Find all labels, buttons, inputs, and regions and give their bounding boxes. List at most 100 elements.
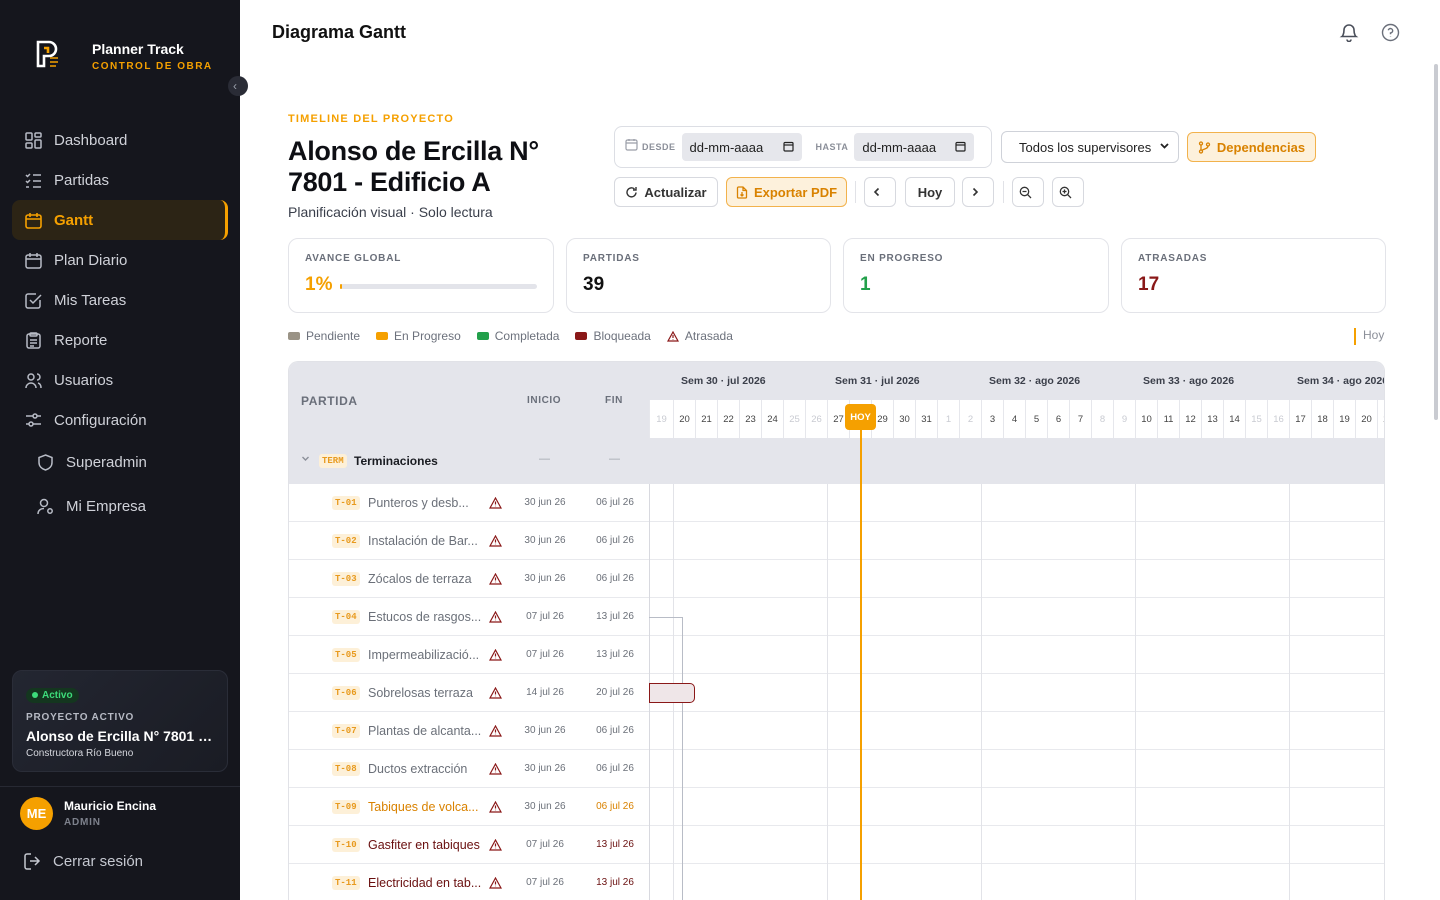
task-code: T-06 [332, 686, 360, 700]
progress-fill [340, 284, 342, 289]
day-label: 25 [783, 400, 805, 438]
status-badge: Activo [26, 687, 79, 703]
legend-item-late: Atrasada [666, 329, 733, 343]
week-label: Sem 33 · ago 2026 [1143, 375, 1235, 387]
day-label: 19 [1333, 400, 1355, 438]
list-icon [24, 171, 42, 189]
dependencies-button[interactable]: Dependencias [1187, 132, 1316, 162]
task-code: T-03 [332, 572, 360, 586]
task-end: 20 jul 26 [596, 687, 634, 698]
today-marker: HOY [845, 404, 876, 430]
to-label: HASTA [815, 142, 849, 152]
clipboard-icon [24, 331, 42, 349]
export-pdf-button[interactable]: Exportar PDF [726, 177, 847, 207]
zoom-in-icon [1059, 186, 1078, 199]
task-name: Electricidad en tab... [368, 876, 482, 890]
chevron-right-icon [970, 187, 986, 197]
timeline-area [649, 484, 1384, 900]
warning-icon [488, 610, 503, 623]
sidebar-item-label: Reporte [54, 331, 108, 349]
branch-icon [1198, 140, 1217, 154]
project-title: Alonso de Ercilla N° 7801 - Edificio A [288, 136, 539, 197]
task-end: 06 jul 26 [596, 763, 634, 774]
task-name: Sobrelosas terraza [368, 686, 473, 700]
warning-icon [488, 762, 503, 775]
brand[interactable]: Planner Track CONTROL DE OBRA [36, 40, 211, 72]
task-end: 13 jul 26 [596, 649, 634, 660]
day-label: 9 [1113, 400, 1135, 438]
sidebar-item-label: Plan Diario [54, 251, 128, 269]
legend-item-completed: Completada [476, 329, 559, 343]
task-bar-t06[interactable] [649, 683, 695, 703]
stat-label: EN PROGRESO [860, 253, 944, 264]
next-button[interactable] [962, 177, 994, 207]
sidebar-item-mis-tareas[interactable]: Mis Tareas [12, 280, 228, 320]
active-project-card[interactable]: Activo PROYECTO ACTIVO Alonso de Ercilla… [12, 670, 228, 772]
day-label: 30 [893, 400, 915, 438]
day-label: 20 [673, 400, 695, 438]
top-bar: Diagrama Gantt [240, 0, 1440, 64]
sidebar-item-superadmin[interactable]: Superadmin [12, 440, 228, 484]
calendar-icon[interactable] [782, 140, 794, 155]
day-label: 14 [1223, 400, 1245, 438]
chevron-down-icon[interactable] [301, 454, 310, 466]
brand-name: Planner Track [92, 41, 184, 57]
refresh-button[interactable]: Actualizar [614, 177, 718, 207]
group-row[interactable]: TERM Terminaciones — — [289, 438, 1384, 484]
user-role: ADMIN [64, 817, 101, 828]
calendar-icon[interactable] [955, 140, 966, 155]
today-button[interactable]: Hoy [905, 177, 955, 207]
task-end: 06 jul 26 [596, 573, 634, 584]
sidebar-item-configuracion[interactable]: Configuración [12, 400, 228, 440]
supervisor-select[interactable]: Todos los supervisores [1001, 131, 1179, 163]
day-label: 3 [981, 400, 1003, 438]
sidebar-item-reporte[interactable]: Reporte [12, 320, 228, 360]
bell-icon[interactable] [1339, 22, 1359, 43]
task-end: 13 jul 26 [596, 611, 634, 622]
from-date-input[interactable]: dd-mm-aaaa [681, 133, 802, 161]
zoom-out-button[interactable] [1012, 177, 1044, 207]
week-label: Sem 31 · jul 2026 [835, 375, 920, 387]
day-label: 22 [717, 400, 739, 438]
to-date-input[interactable]: dd-mm-aaaa [854, 133, 975, 161]
zoom-in-button[interactable] [1052, 177, 1084, 207]
prev-button[interactable] [864, 177, 896, 207]
date-range-filter: DESDE dd-mm-aaaa HASTA dd-mm-aaaa [614, 126, 992, 168]
task-code: T-08 [332, 762, 360, 776]
task-name: Gasfiter en tabiques [368, 838, 480, 852]
zoom-out-icon [1019, 186, 1038, 199]
task-start: 30 jun 26 [524, 725, 566, 736]
day-label: 1 [937, 400, 959, 438]
day-label: 19 [649, 400, 673, 438]
task-start: 30 jun 26 [524, 801, 566, 812]
stat-value: 17 [1138, 274, 1160, 295]
help-icon[interactable] [1381, 23, 1401, 43]
day-label: 2 [959, 400, 981, 438]
scrollbar[interactable] [1434, 64, 1438, 420]
task-name: Plantas de alcanta... [368, 724, 482, 738]
sidebar-item-dashboard[interactable]: Dashboard [12, 120, 228, 160]
day-label: 7 [1069, 400, 1091, 438]
sidebar-item-partidas[interactable]: Partidas [12, 160, 228, 200]
legend-item-in-progress: En Progreso [376, 329, 461, 343]
legend: Pendiente En Progreso Completada Bloquea… [288, 329, 749, 343]
task-start: 30 jun 26 [524, 497, 566, 508]
sidebar-item-usuarios[interactable]: Usuarios [12, 360, 228, 400]
group-start: — [539, 453, 550, 465]
stat-card-in-progress: EN PROGRESO 1 [843, 238, 1109, 313]
sidebar-item-gantt[interactable]: Gantt [12, 200, 228, 240]
day-label: 5 [1025, 400, 1047, 438]
task-name: Zócalos de terraza [368, 572, 472, 586]
user-profile[interactable]: ME Mauricio Encina ADMIN [0, 786, 240, 840]
sidebar-item-plan-diario[interactable]: Plan Diario [12, 240, 228, 280]
user-cog-icon [36, 497, 54, 515]
legend-item-blocked: Bloqueada [575, 329, 651, 343]
user-name: Mauricio Encina [64, 799, 157, 813]
planner-track-logo [36, 40, 58, 68]
task-end: 06 jul 26 [596, 801, 634, 812]
group-end: — [609, 453, 620, 465]
sidebar-item-mi-empresa[interactable]: Mi Empresa [12, 484, 228, 528]
logout-button[interactable]: Cerrar sesión [24, 853, 143, 870]
calendar-icon [24, 211, 42, 229]
collapse-sidebar-button[interactable]: ‹ [228, 76, 248, 96]
